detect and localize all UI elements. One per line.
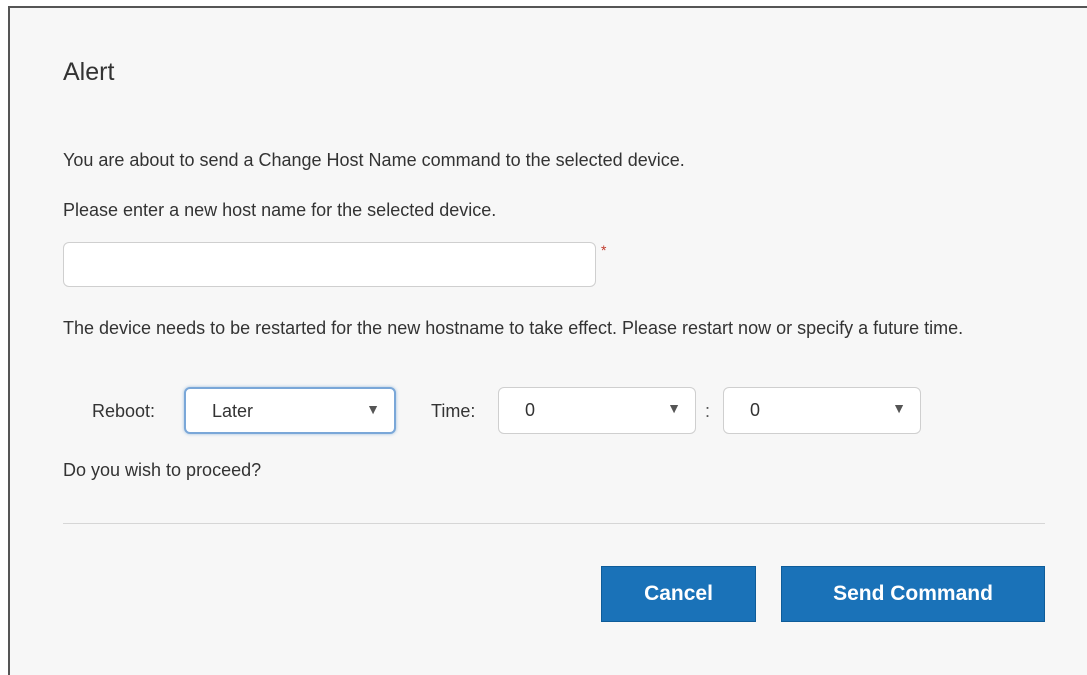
cancel-button[interactable]: Cancel bbox=[601, 566, 756, 622]
hour-select[interactable]: 0 ▼ bbox=[498, 387, 696, 434]
hostname-input[interactable] bbox=[63, 242, 596, 287]
time-separator: : bbox=[705, 401, 711, 421]
proceed-question: Do you wish to proceed? bbox=[63, 460, 262, 480]
chevron-down-icon: ▼ bbox=[366, 401, 380, 417]
reboot-selected-value: Later bbox=[212, 401, 254, 421]
send-command-button[interactable]: Send Command bbox=[781, 566, 1045, 622]
hostname-prompt: Please enter a new host name for the sel… bbox=[63, 200, 497, 220]
alert-dialog: Alert You are about to send a Change Hos… bbox=[8, 6, 1087, 675]
restart-message: The device needs to be restarted for the… bbox=[63, 318, 964, 338]
chevron-down-icon: ▼ bbox=[667, 400, 681, 416]
reboot-label: Reboot: bbox=[92, 401, 156, 421]
time-label: Time: bbox=[431, 401, 476, 421]
reboot-select[interactable]: Later ▼ bbox=[184, 387, 396, 434]
minute-selected-value: 0 bbox=[750, 400, 761, 420]
divider bbox=[63, 523, 1045, 524]
hour-selected-value: 0 bbox=[525, 400, 536, 420]
command-message: You are about to send a Change Host Name… bbox=[63, 150, 685, 170]
minute-select[interactable]: 0 ▼ bbox=[723, 387, 921, 434]
required-marker: * bbox=[601, 242, 607, 258]
dialog-title: Alert bbox=[63, 58, 115, 86]
chevron-down-icon: ▼ bbox=[892, 400, 906, 416]
